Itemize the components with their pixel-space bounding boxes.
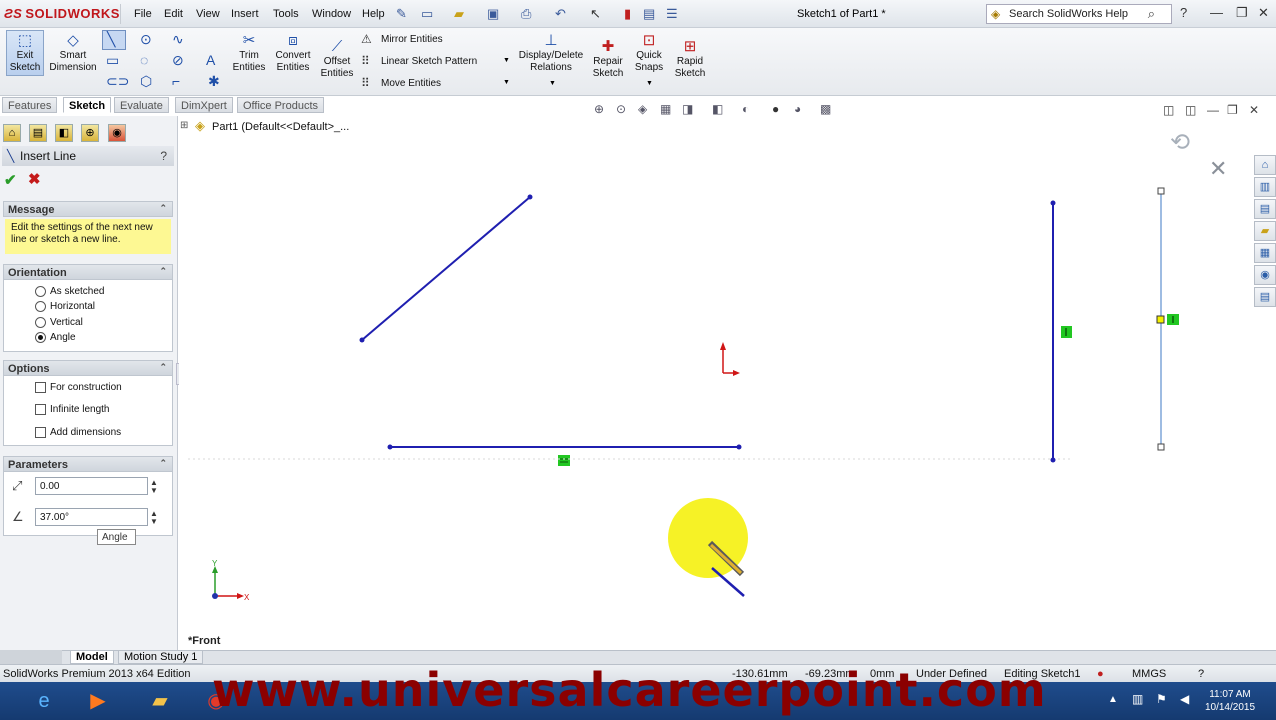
volume-icon[interactable]: ◀ — [1180, 692, 1189, 706]
sketch-endpoint[interactable] — [387, 444, 393, 450]
triad-x-label: X — [244, 593, 250, 602]
network-icon[interactable]: ▥ — [1132, 692, 1143, 706]
sketch-canvas: Y X — [188, 187, 1179, 602]
file-explorer-icon[interactable]: ▰ — [140, 686, 180, 716]
tab-model[interactable]: Model — [70, 650, 114, 664]
endpoint-handle[interactable] — [1157, 443, 1165, 451]
clock-date: 10/14/2015 — [1204, 702, 1256, 713]
sketch-endpoint[interactable] — [736, 444, 742, 450]
origin-arrow — [733, 370, 740, 376]
unit-system[interactable]: MMGS — [1132, 668, 1166, 680]
tray-expand-icon[interactable]: ▲ — [1108, 694, 1118, 705]
sketch-endpoint[interactable] — [527, 194, 533, 200]
triad-origin — [212, 593, 218, 599]
edition-text: SolidWorks Premium 2013 x64 Edition — [3, 668, 191, 680]
watermark-text: www.universalcareerpoint.com — [212, 663, 1047, 717]
endpoint-handle[interactable] — [1157, 187, 1165, 195]
tab-scroll-controls[interactable] — [0, 650, 62, 664]
clock-time: 11:07 AM — [1209, 689, 1251, 700]
midpoint-handle[interactable] — [1156, 315, 1165, 324]
system-clock[interactable]: 11:07 AM 10/14/2015 — [1202, 688, 1258, 714]
sketch-endpoint[interactable] — [1050, 457, 1056, 463]
sketch-endpoint[interactable] — [359, 337, 365, 343]
triad-arrow — [237, 593, 244, 599]
flag-icon[interactable]: ⚑ — [1156, 692, 1167, 706]
origin-arrow — [720, 342, 726, 350]
internet-explorer-icon[interactable]: e — [24, 686, 64, 716]
media-player-icon[interactable]: ▶ — [78, 686, 118, 716]
view-orientation-label: *Front — [188, 635, 221, 647]
tab-motion-study[interactable]: Motion Study 1 — [118, 650, 204, 664]
horizontal-relation-icon[interactable] — [558, 455, 570, 466]
sketch-line-angled[interactable] — [361, 196, 531, 341]
rebuild-status-icon[interactable]: ● — [1097, 668, 1104, 680]
triad-y-label: Y — [212, 559, 218, 568]
help-icon[interactable]: ? — [1198, 668, 1204, 680]
sketch-endpoint[interactable] — [1050, 200, 1056, 206]
